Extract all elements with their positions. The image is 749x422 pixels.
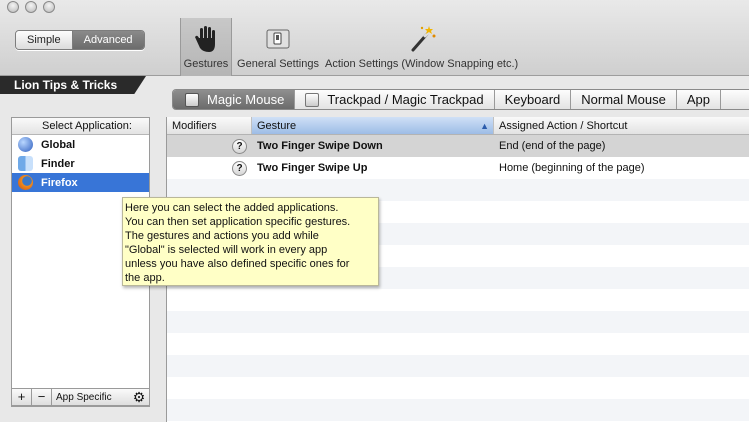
switch-icon	[266, 29, 290, 49]
brand-label: Lion Tips & Tricks	[0, 76, 146, 94]
empty-row	[167, 333, 749, 355]
app-specific-dropdown[interactable]: App Specific	[52, 392, 129, 403]
window-controls	[7, 1, 55, 13]
column-assigned-action[interactable]: Assigned Action / Shortcut	[494, 117, 749, 134]
tab-app[interactable]: App	[677, 90, 721, 109]
list-item-label: Finder	[41, 157, 75, 170]
tab-trackpad[interactable]: Trackpad / Magic Trackpad	[295, 90, 495, 109]
modifiers-cell: ?	[167, 138, 252, 154]
gesture-cell: Two Finger Swipe Up	[257, 162, 368, 174]
list-item-firefox[interactable]: Firefox	[12, 173, 149, 192]
toolbar-action-settings-label: Action Settings (Window Snapping etc.)	[325, 58, 519, 70]
toolbar-general-settings[interactable]: General Settings	[236, 18, 320, 76]
application-list-footer: + − App Specific ⚙	[11, 388, 150, 406]
table-row[interactable]: ? Two Finger Swipe Up Home (beginning of…	[167, 157, 749, 179]
toolbar-gestures-label: Gestures	[183, 58, 229, 70]
zoom-window-button[interactable]	[43, 1, 55, 13]
table-header: Modifiers Gesture ▲ Assigned Action / Sh…	[167, 117, 749, 135]
finder-icon	[18, 156, 33, 171]
tab-normal-mouse-label: Normal Mouse	[581, 92, 666, 107]
sort-ascending-icon: ▲	[480, 121, 489, 131]
magic-wand-icon	[411, 26, 436, 52]
toolbar-general-settings-label: General Settings	[237, 58, 319, 70]
tab-normal-mouse[interactable]: Normal Mouse	[571, 90, 677, 109]
empty-row	[167, 289, 749, 311]
action-cell: Home (beginning of the page)	[499, 162, 645, 174]
list-item-global[interactable]: Global	[12, 135, 149, 154]
trackpad-icon	[305, 92, 320, 107]
firefox-icon	[18, 175, 33, 190]
simple-mode-button[interactable]: Simple	[16, 31, 73, 49]
empty-row	[167, 311, 749, 333]
column-gesture[interactable]: Gesture ▲	[252, 117, 494, 134]
toolbar-gestures[interactable]: Gestures	[180, 18, 232, 76]
tab-magic-mouse-label: Magic Mouse	[207, 92, 285, 107]
tab-magic-mouse[interactable]: Magic Mouse	[173, 90, 296, 109]
tab-app-label: App	[686, 92, 710, 107]
empty-row	[167, 399, 749, 421]
list-item-finder[interactable]: Finder	[12, 154, 149, 173]
toolbar-action-settings[interactable]: Action Settings (Window Snapping etc.)	[325, 18, 519, 76]
application-list-header: Select Application:	[12, 118, 149, 135]
empty-row	[167, 377, 749, 399]
action-cell: End (end of the page)	[499, 140, 606, 152]
close-window-button[interactable]	[7, 1, 19, 13]
minimize-window-button[interactable]	[25, 1, 37, 13]
tab-trackpad-label: Trackpad / Magic Trackpad	[327, 92, 484, 107]
tab-keyboard[interactable]: Keyboard	[495, 90, 572, 109]
table-row[interactable]: ? Two Finger Swipe Down End (end of the …	[167, 135, 749, 157]
device-tabs: Magic Mouse Trackpad / Magic Trackpad Ke…	[172, 89, 749, 110]
add-application-button[interactable]: +	[12, 388, 32, 406]
modifiers-cell: ?	[167, 160, 252, 176]
empty-row	[167, 355, 749, 377]
remove-application-button[interactable]: −	[32, 388, 52, 406]
list-item-label: Global	[41, 138, 76, 151]
gear-icon[interactable]: ⚙	[129, 389, 149, 406]
list-item-label: Firefox	[41, 176, 78, 189]
help-icon[interactable]: ?	[232, 138, 247, 154]
advanced-mode-button[interactable]: Advanced	[72, 31, 144, 49]
tab-keyboard-label: Keyboard	[504, 92, 561, 107]
gesture-cell: Two Finger Swipe Down	[257, 140, 383, 152]
mode-segmented-control: Simple Advanced	[15, 30, 145, 50]
magic-mouse-icon	[185, 92, 199, 107]
column-gesture-label: Gesture	[257, 120, 297, 132]
hand-icon	[195, 26, 215, 52]
globe-icon	[18, 137, 33, 152]
column-modifiers[interactable]: Modifiers	[167, 117, 252, 134]
help-tooltip: Here you can select the added applicatio…	[122, 197, 379, 286]
toolbar: Simple Advanced Gestures General Setting…	[0, 0, 749, 76]
help-icon[interactable]: ?	[232, 160, 247, 176]
